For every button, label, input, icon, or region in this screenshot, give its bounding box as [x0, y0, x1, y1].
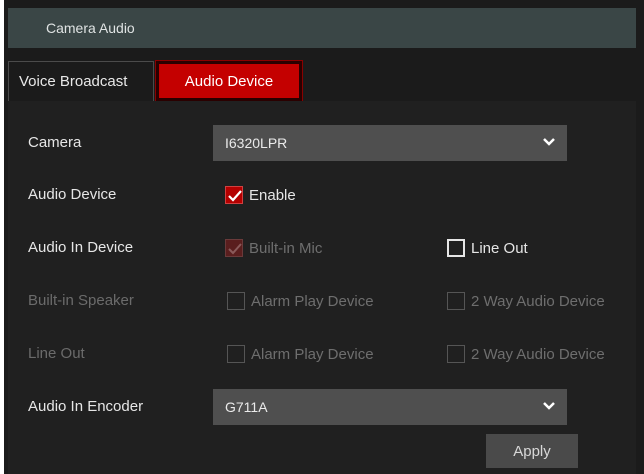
audio-in-encoder-value: G711A [225, 399, 268, 415]
line-out-row-label: Line Out [28, 345, 85, 362]
camera-select[interactable]: I6320LPR [213, 125, 567, 161]
lineout-two-way-label: 2 Way Audio Device [471, 345, 605, 363]
camera-label: Camera [28, 134, 82, 151]
builtin-mic-label: Built-in Mic [249, 239, 323, 257]
audio-in-encoder-select[interactable]: G711A [213, 389, 567, 425]
window-title: Camera Audio [46, 20, 135, 36]
window-title-bar: Camera Audio [8, 8, 636, 48]
audio-in-device-label: Audio In Device [28, 239, 134, 256]
speaker-two-way-checkbox[interactable]: 2 Way Audio Device [447, 292, 605, 310]
checkbox-checked-icon [225, 239, 243, 257]
tab-voice-broadcast-label: Voice Broadcast [19, 73, 128, 90]
lineout-alarm-play-checkbox[interactable]: Alarm Play Device [227, 345, 374, 363]
apply-button[interactable]: Apply [486, 434, 578, 468]
checkbox-empty-icon [447, 239, 465, 257]
checkbox-empty-icon [227, 292, 245, 310]
tab-audio-device-label: Audio Device [184, 72, 274, 90]
builtin-mic-checkbox[interactable]: Built-in Mic [225, 239, 322, 257]
speaker-alarm-play-label: Alarm Play Device [251, 292, 374, 310]
checkbox-empty-icon [447, 292, 465, 310]
checkbox-empty-icon [447, 345, 465, 363]
speaker-alarm-play-checkbox[interactable]: Alarm Play Device [227, 292, 374, 310]
lineout-alarm-play-label: Alarm Play Device [251, 345, 374, 363]
line-out-label: Line Out [471, 239, 528, 257]
enable-checkbox[interactable]: Enable [225, 186, 296, 204]
speaker-two-way-label: 2 Way Audio Device [471, 292, 605, 310]
builtin-speaker-label: Built-in Speaker [28, 292, 134, 309]
audio-in-encoder-label: Audio In Encoder [28, 398, 144, 415]
checkbox-checked-icon [225, 186, 243, 204]
lineout-two-way-checkbox[interactable]: 2 Way Audio Device [447, 345, 605, 363]
camera-select-value: I6320LPR [225, 135, 288, 151]
tab-bar: Voice Broadcast Audio Device [8, 60, 303, 102]
audio-device-label: Audio Device [28, 186, 117, 203]
tab-audio-device[interactable]: Audio Device [155, 60, 303, 102]
line-out-checkbox[interactable]: Line Out [447, 239, 528, 257]
chevron-down-icon [543, 402, 555, 410]
apply-button-label: Apply [513, 442, 551, 460]
checkbox-empty-icon [227, 345, 245, 363]
enable-label: Enable [249, 186, 296, 204]
chevron-down-icon [543, 138, 555, 146]
tab-voice-broadcast[interactable]: Voice Broadcast [8, 61, 154, 101]
